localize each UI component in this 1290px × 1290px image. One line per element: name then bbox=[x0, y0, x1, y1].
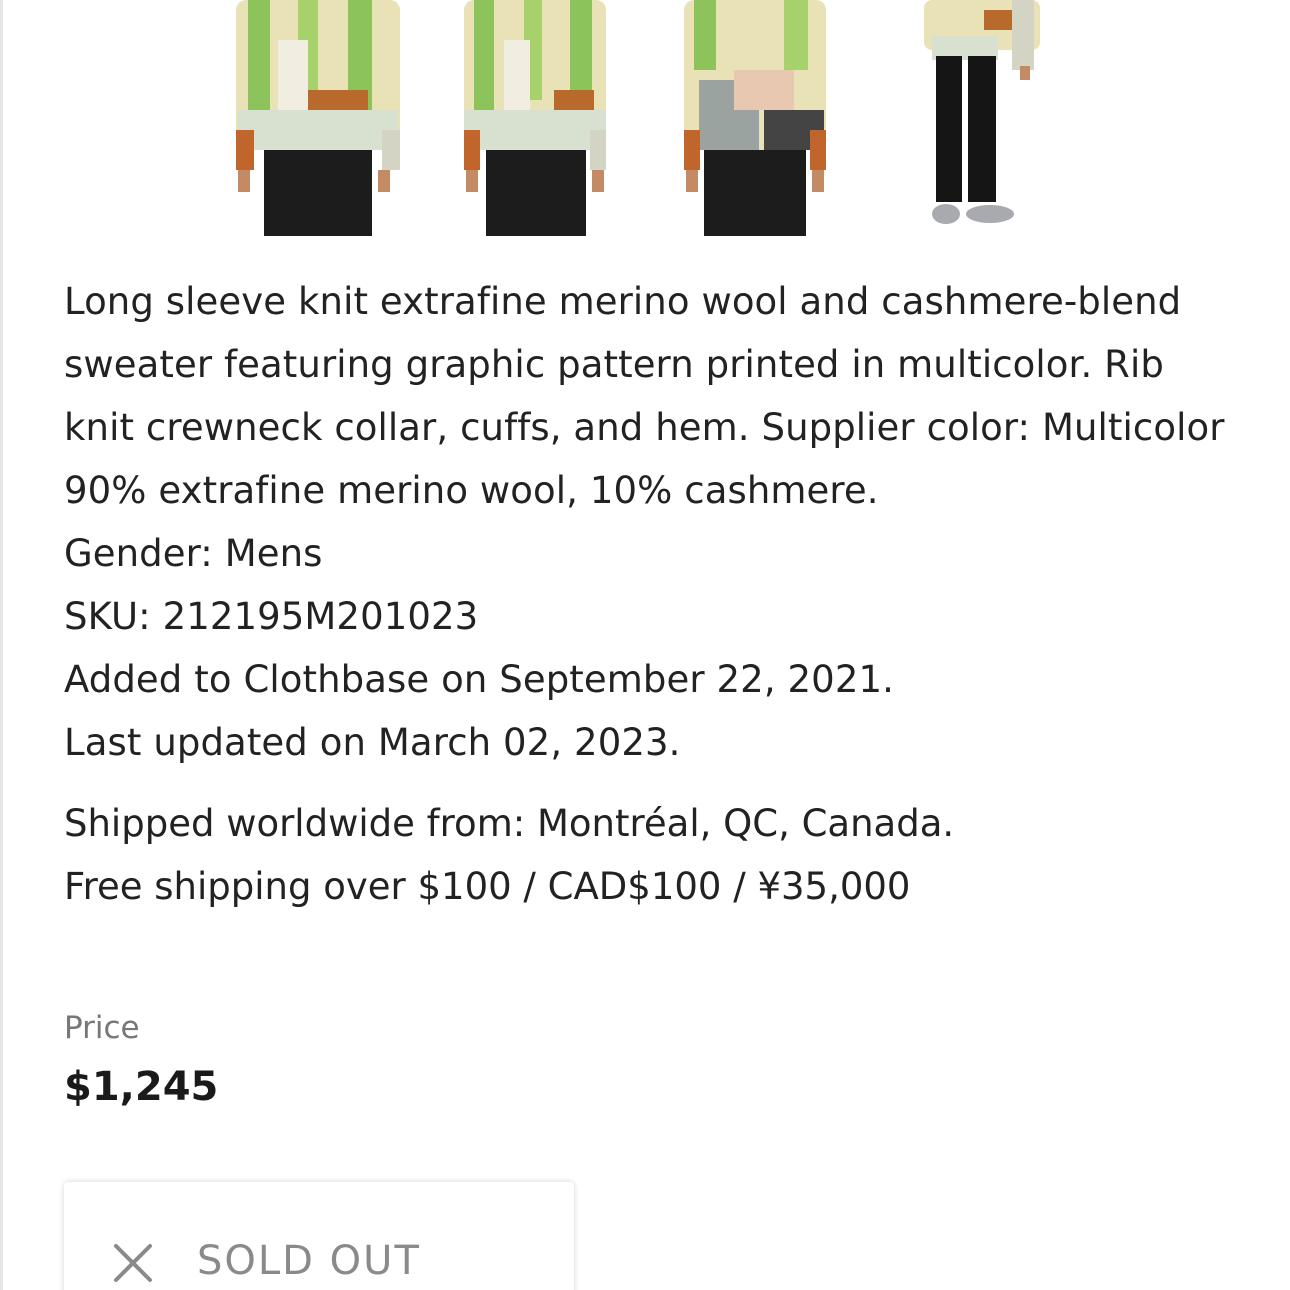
gender-text: Gender: Mens bbox=[64, 532, 323, 575]
free-shipping-text: Free shipping over $100 / CAD$100 / ¥35,… bbox=[64, 865, 911, 908]
updated-date-text: Last updated on March 02, 2023. bbox=[64, 721, 681, 764]
product-description: Long sleeve knit extrafine merino wool a… bbox=[64, 270, 1244, 774]
description-line: Long sleeve knit extrafine merino wool a… bbox=[64, 280, 1182, 323]
description-line: sweater featuring graphic pattern printe… bbox=[64, 343, 1164, 386]
product-image-gallery bbox=[220, 0, 1050, 236]
shipping-origin-text: Shipped worldwide from: Montréal, QC, Ca… bbox=[64, 802, 955, 845]
price-value: $1,245 bbox=[64, 1064, 219, 1110]
product-thumbnail[interactable] bbox=[924, 0, 1040, 236]
sold-out-button[interactable]: SOLD OUT bbox=[64, 1182, 574, 1290]
product-thumbnail[interactable] bbox=[684, 0, 826, 236]
product-thumbnail[interactable] bbox=[228, 0, 408, 236]
shipping-info: Shipped worldwide from: Montréal, QC, Ca… bbox=[64, 792, 1244, 918]
description-line: knit crewneck collar, cuffs, and hem. Su… bbox=[64, 406, 1225, 449]
close-icon bbox=[114, 1244, 152, 1282]
product-detail-page: Long sleeve knit extrafine merino wool a… bbox=[0, 0, 1290, 1290]
sold-out-label: SOLD OUT bbox=[197, 1238, 421, 1284]
page-edge bbox=[0, 0, 3, 1290]
product-thumbnail[interactable] bbox=[464, 0, 606, 236]
price-label: Price bbox=[64, 1010, 140, 1046]
added-date-text: Added to Clothbase on September 22, 2021… bbox=[64, 658, 894, 701]
composition-text: 90% extrafine merino wool, 10% cashmere. bbox=[64, 469, 879, 512]
sku-text: SKU: 212195M201023 bbox=[64, 595, 479, 638]
